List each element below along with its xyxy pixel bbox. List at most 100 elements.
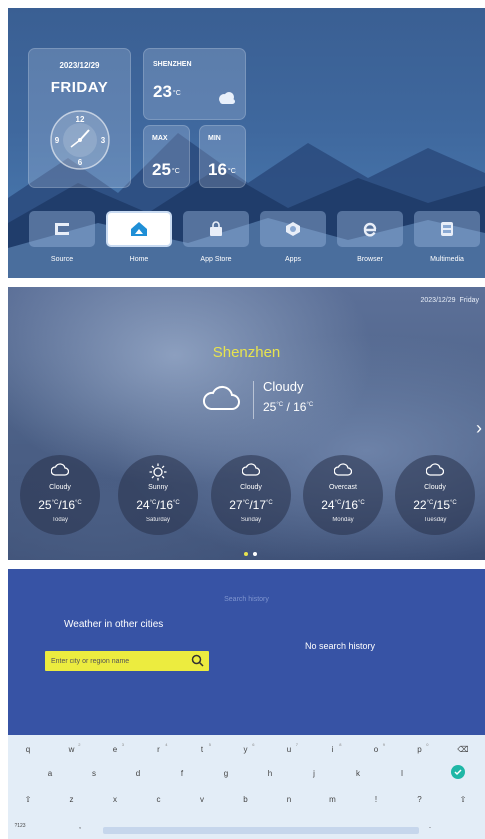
key-q[interactable]: q [16,745,40,754]
forecast-temperature: 25°C/16°C [38,498,82,512]
app-label: Multimedia [430,256,464,263]
key-p[interactable]: p0 [408,742,432,754]
key-symbols[interactable]: ?123 [8,823,32,829]
key-a[interactable]: a [38,769,62,778]
widget-city: SHENZHEN [153,61,192,68]
min-temp-widget[interactable]: MIN 16°C [199,125,246,188]
key-o[interactable]: o9 [364,742,388,754]
key-w[interactable]: w2 [60,742,84,754]
city-search-box[interactable] [45,651,209,671]
app-browser[interactable]: Browser [336,211,404,271]
done-key-icon[interactable] [451,765,465,779]
key-e[interactable]: e3 [103,742,127,754]
max-temp-widget[interactable]: MAX 25°C [143,125,190,188]
key-z[interactable]: z [60,795,84,804]
key-n[interactable]: n [277,795,301,804]
app-store-icon [210,221,222,236]
date-clock-widget[interactable]: 2023/12/29 FRIDAY 12 3 6 9 [28,48,131,188]
key-c[interactable]: c [147,795,171,804]
key-period[interactable]: . [418,821,442,830]
clock-numeral-12: 12 [76,115,85,124]
home-icon [131,222,147,236]
key-h[interactable]: h [258,769,282,778]
next-page-arrow[interactable]: › [476,418,482,439]
forecast-temperature: 24°C/16°C [321,498,365,512]
key-t[interactable]: t5 [190,742,214,754]
cloud-icon [426,463,444,476]
key-j[interactable]: j [302,769,326,778]
key-shift[interactable]: ⇧ [16,795,40,804]
current-condition: Cloudy [263,379,304,394]
key-m[interactable]: m [321,795,345,804]
key-u[interactable]: u7 [277,742,301,754]
forecast-day: Sunday [240,517,262,523]
forecast-temperature: 22°C/15°C [413,498,457,512]
forecast-day: Today [51,517,68,523]
city-search-input[interactable] [51,654,181,668]
forecast-day-3[interactable]: Overcast 24°C/16°C Monday [303,455,383,535]
key-s[interactable]: s [82,769,106,778]
key-question[interactable]: ? [408,795,432,804]
forecast-day: Tuesday [423,517,447,523]
widget-date: 2023/12/29 [59,61,100,70]
key-d[interactable]: d [126,769,150,778]
min-label: MIN [208,135,221,142]
forecast-day: Monday [332,517,354,523]
forecast-day-2[interactable]: Cloudy 27°C/17°C Sunday [211,455,291,535]
search-history-title: Search history [224,596,269,603]
cloud-icon [242,463,260,476]
app-apps[interactable]: Apps [259,211,327,271]
forecast-condition: Cloudy [240,484,262,491]
forecast-temperature: 27°C/17°C [229,498,273,512]
app-multimedia[interactable]: Multimedia [413,211,481,271]
key-b[interactable]: b [234,795,258,804]
apps-icon [286,222,300,236]
key-space[interactable] [103,827,419,834]
weather-date: 2023/12/29 Friday [420,297,480,304]
forecast-condition: Cloudy [49,484,71,491]
key-exclamation[interactable]: ! [364,795,388,804]
other-cities-heading: Weather in other cities [64,619,164,630]
weather-divider [253,381,254,419]
app-store[interactable]: App Store [182,211,250,271]
search-icon[interactable] [191,654,204,667]
city-search-screen: Search history Weather in other cities N… [8,569,485,839]
forecast-day-4[interactable]: Cloudy 22°C/15°C Tuesday [395,455,475,535]
forecast-temperature: 24°C/16°C [136,498,180,512]
max-value: 25°C [152,160,180,179]
key-v[interactable]: v [190,795,214,804]
city-weather-widget[interactable]: SHENZHEN 23°C [143,48,246,120]
cloud-icon [51,463,69,476]
cloud-icon [334,463,352,476]
key-g[interactable]: g [214,769,238,778]
clock-numeral-9: 9 [55,136,60,145]
key-r[interactable]: r4 [147,742,171,754]
key-y[interactable]: y6 [234,742,258,754]
forecast-day-0[interactable]: Cloudy 25°C/16°C Today [20,455,100,535]
page-dot[interactable] [253,552,257,556]
app-label: Source [50,256,74,263]
app-home[interactable]: Home [105,211,173,271]
key-backspace[interactable]: ⌫ [451,745,475,754]
widget-temperature: 23°C [153,82,181,101]
cloud-icon [202,385,240,410]
forecast-condition: Cloudy [424,484,446,491]
key-k[interactable]: k [346,769,370,778]
key-comma[interactable]: , [68,821,92,830]
forecast-day-1[interactable]: Sunny 24°C/16°C Saturday [118,455,198,535]
app-source[interactable]: Source [28,211,96,271]
key-x[interactable]: x [103,795,127,804]
launcher-screen: 2023/12/29 FRIDAY 12 3 6 9 SHENZHEN 23°C… [8,8,485,278]
key-i[interactable]: i8 [321,742,345,754]
analog-clock-icon: 12 3 6 9 [50,110,110,170]
page-dot-active[interactable] [244,552,248,556]
forecast-condition: Sunny [148,484,168,491]
onscreen-keyboard: q w 2 e 3 r 4 t 5 y 6 u 7 i 8 o 9 p 0 ⌫ a s d f g h j k l ⇧ z x c v b n m!? ⇧… [8,735,485,839]
weather-city: Shenzhen [212,344,281,361]
multimedia-icon [441,222,453,236]
key-shift[interactable]: ⇧ [451,795,475,804]
key-f[interactable]: f [170,769,194,778]
key-l[interactable]: l [390,769,414,778]
weather-screen: 2023/12/29 Friday Shenzhen Cloudy 25°C / … [8,287,485,560]
sun-icon [149,463,167,481]
